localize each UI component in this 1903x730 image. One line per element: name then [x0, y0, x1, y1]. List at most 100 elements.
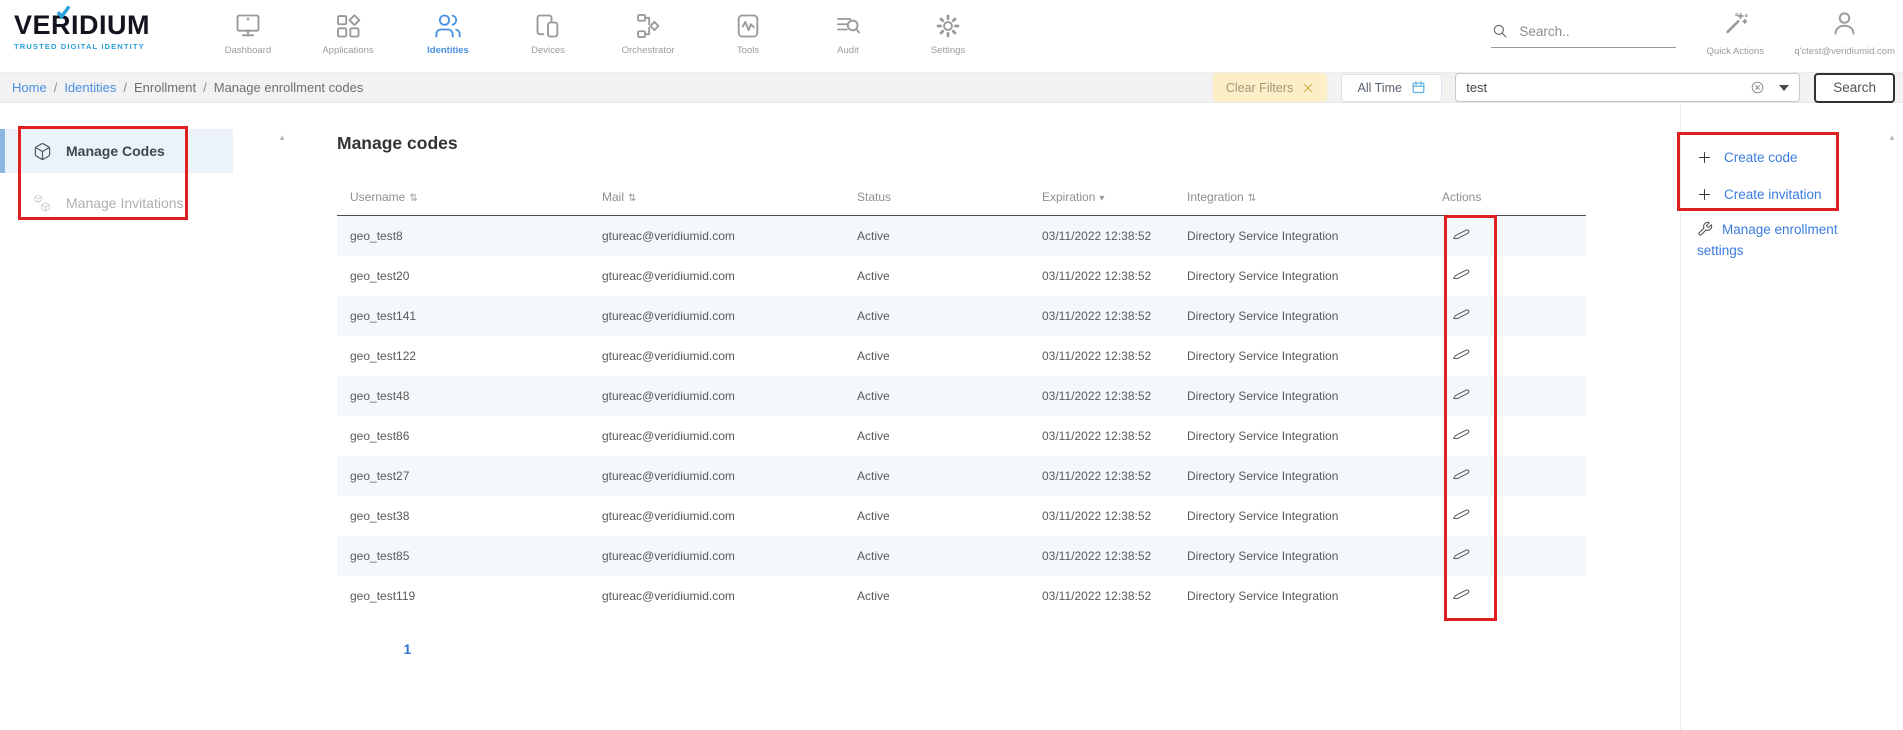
column-header-mail[interactable]: Mail⇅ [589, 180, 844, 216]
cell-status: Active [844, 536, 1029, 576]
plus-icon [1697, 187, 1712, 202]
search-button[interactable]: Search [1814, 73, 1895, 103]
content-area: Manage Codes Manage Invitations ▲ Manage… [0, 103, 1903, 730]
cell-username: geo_test141 [337, 296, 589, 336]
rightpanel-scrollbar-up-icon[interactable]: ▲ [1888, 133, 1896, 142]
sidebar-item-manage-invitations[interactable]: Manage Invitations [0, 181, 292, 225]
cell-integration: Directory Service Integration [1174, 416, 1429, 456]
cell-integration: Directory Service Integration [1174, 496, 1429, 536]
cell-mail: gtureac@veridiumid.com [589, 536, 844, 576]
table-row: geo_test141 gtureac@veridiumid.com Activ… [337, 296, 1586, 336]
create-code-button[interactable]: Create code [1697, 143, 1903, 171]
sort-desc-icon[interactable]: ▾ [1099, 193, 1104, 204]
time-range-filter-button[interactable]: All Time [1341, 74, 1442, 102]
cell-status: Active [844, 216, 1029, 256]
edit-code-button[interactable] [1452, 345, 1471, 367]
page-number-1[interactable]: 1 [404, 642, 1903, 730]
edit-code-button[interactable] [1452, 305, 1471, 327]
top-navigation-bar: VERIDIUM TRUSTED DIGITAL IDENTITY Dashbo… [0, 0, 1903, 72]
cell-integration: Directory Service Integration [1174, 576, 1429, 616]
cell-mail: gtureac@veridiumid.com [589, 376, 844, 416]
edit-code-button[interactable] [1452, 465, 1471, 487]
column-header-status: Status [844, 180, 1029, 216]
column-header-username[interactable]: Username⇅ [337, 180, 589, 216]
applications-icon [298, 9, 398, 42]
cube-icon [33, 142, 52, 161]
edit-code-button[interactable] [1452, 225, 1471, 247]
column-header-expiration[interactable]: Expiration▾ [1029, 180, 1174, 216]
cell-status: Active [844, 376, 1029, 416]
nav-item-applications[interactable]: Applications [298, 0, 398, 72]
user-email: q'ctest@veridiumid.com [1794, 46, 1895, 57]
breadcrumb-identities[interactable]: Identities [64, 80, 116, 95]
table-row: geo_test48 gtureac@veridiumid.com Active… [337, 376, 1586, 416]
topbar-right-tools: Quick Actions q'ctest@veridiumid.com [1491, 0, 1895, 72]
cell-integration: Directory Service Integration [1174, 336, 1429, 376]
cell-mail: gtureac@veridiumid.com [589, 416, 844, 456]
edit-code-button[interactable] [1452, 265, 1471, 287]
nav-item-settings[interactable]: Settings [898, 0, 998, 72]
cell-expiration: 03/11/2022 12:38:52 [1029, 416, 1174, 456]
nav-item-devices[interactable]: Devices [498, 0, 598, 72]
cell-username: geo_test48 [337, 376, 589, 416]
cell-mail: gtureac@veridiumid.com [589, 456, 844, 496]
column-header-integration[interactable]: Integration⇅ [1174, 180, 1429, 216]
main-panel: Manage codes Username⇅ Mail⇅ Status Expi… [292, 103, 1680, 730]
cell-mail: gtureac@veridiumid.com [589, 576, 844, 616]
manage-enrollment-settings-link[interactable]: Manage enrollment settings [1697, 220, 1877, 262]
pencil-icon [1452, 385, 1471, 404]
page-title: Manage codes [337, 133, 1680, 154]
sort-icon[interactable]: ⇅ [409, 193, 417, 204]
search-options-dropdown-icon[interactable] [1779, 85, 1789, 91]
cell-username: geo_test8 [337, 216, 589, 256]
global-search-input[interactable] [1519, 24, 1659, 39]
pencil-icon [1452, 265, 1471, 284]
cell-expiration: 03/11/2022 12:38:52 [1029, 496, 1174, 536]
cell-integration: Directory Service Integration [1174, 376, 1429, 416]
magic-wand-icon [1722, 10, 1749, 37]
cell-mail: gtureac@veridiumid.com [589, 336, 844, 376]
search-icon [1491, 22, 1509, 40]
nav-item-dashboard[interactable]: Dashboard [198, 0, 298, 72]
nav-item-identities[interactable]: Identities [398, 0, 498, 72]
column-header-actions: Actions [1429, 180, 1586, 216]
filter-toolbar: Clear Filters All Time Search [1213, 73, 1895, 103]
sidebar-scrollbar-up-icon[interactable]: ▲ [278, 133, 286, 142]
edit-code-button[interactable] [1452, 425, 1471, 447]
table-row: geo_test38 gtureac@veridiumid.com Active… [337, 496, 1586, 536]
table-row: geo_test119 gtureac@veridiumid.com Activ… [337, 576, 1586, 616]
user-menu[interactable]: q'ctest@veridiumid.com [1794, 0, 1895, 57]
edit-code-button[interactable] [1452, 505, 1471, 527]
pencil-icon [1452, 225, 1471, 244]
identities-icon [398, 9, 498, 42]
table-search-input[interactable] [1466, 80, 1750, 95]
clear-input-icon[interactable] [1750, 80, 1765, 95]
create-invitation-button[interactable]: Create invitation [1697, 180, 1903, 208]
pencil-icon [1452, 465, 1471, 484]
edit-code-button[interactable] [1452, 545, 1471, 567]
pencil-icon [1452, 505, 1471, 524]
clear-filters-button[interactable]: Clear Filters [1213, 73, 1327, 102]
cell-mail: gtureac@veridiumid.com [589, 256, 844, 296]
nav-item-orchestrator[interactable]: Orchestrator [598, 0, 698, 72]
breadcrumb-home[interactable]: Home [12, 80, 47, 95]
cell-mail: gtureac@veridiumid.com [589, 496, 844, 536]
sort-icon[interactable]: ⇅ [1248, 193, 1256, 204]
cell-status: Active [844, 296, 1029, 336]
cell-expiration: 03/11/2022 12:38:52 [1029, 296, 1174, 336]
sidebar-item-manage-codes[interactable]: Manage Codes [0, 129, 233, 173]
breadcrumb-current-page: Manage enrollment codes [214, 80, 364, 95]
plus-icon [1697, 150, 1712, 165]
cell-username: geo_test119 [337, 576, 589, 616]
cell-integration: Directory Service Integration [1174, 296, 1429, 336]
nav-item-tools[interactable]: Tools [698, 0, 798, 72]
veridium-logo: VERIDIUM TRUSTED DIGITAL IDENTITY [0, 0, 170, 72]
enrollment-codes-table: Username⇅ Mail⇅ Status Expiration▾ Integ… [337, 180, 1586, 616]
cell-username: geo_test85 [337, 536, 589, 576]
quick-actions-button[interactable]: Quick Actions [1702, 0, 1768, 57]
edit-code-button[interactable] [1452, 385, 1471, 407]
sort-icon[interactable]: ⇅ [628, 193, 636, 204]
audit-icon [798, 9, 898, 42]
edit-code-button[interactable] [1452, 585, 1471, 607]
nav-item-audit[interactable]: Audit [798, 0, 898, 72]
